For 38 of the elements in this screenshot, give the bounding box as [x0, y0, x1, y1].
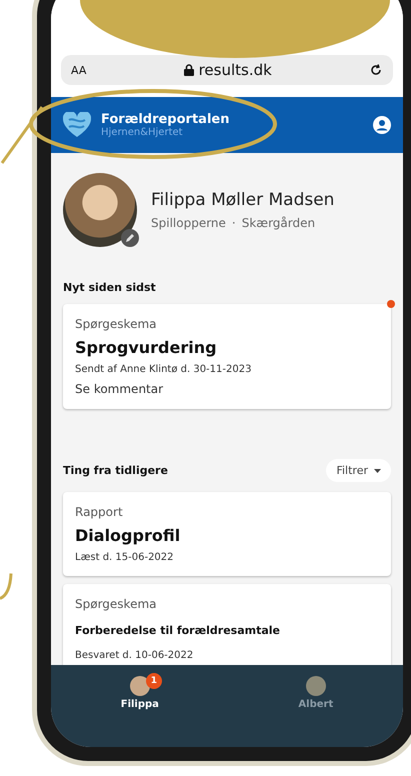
address-bar[interactable]: AA results.dk	[61, 55, 393, 85]
app-subtitle: Hjernen&Hjertet	[101, 127, 184, 138]
card-type: Spørgeskema	[75, 597, 158, 611]
filter-button[interactable]: Filtrer	[326, 459, 391, 482]
reload-icon[interactable]	[369, 63, 383, 77]
section-title: Nyt siden sidst	[63, 281, 156, 294]
decorative-line	[0, 105, 45, 165]
child-name: Filippa Møller Madsen	[151, 190, 334, 210]
caret-icon	[374, 468, 381, 472]
heart-logo-icon	[63, 112, 91, 138]
card-title: Dialogprofil	[75, 526, 182, 545]
place-name: Skærgården	[242, 216, 316, 230]
card-type: Spørgeskema	[75, 317, 158, 331]
card-title: Forberedelse til forældresamtale	[75, 624, 282, 637]
nav-tab[interactable]: Albert	[292, 675, 340, 715]
card-background[interactable]: Rapport Dialogprofil Læst d. 15-06-2022	[63, 492, 391, 576]
url-text: results.dk	[198, 61, 272, 79]
card-detail: Læst d. 15-06-2022	[75, 552, 175, 563]
card-detail: Besvaret d. 10-06-2022	[75, 650, 194, 661]
child-avatar	[306, 676, 326, 696]
card-title: Sprogvurdering	[75, 338, 218, 357]
edit-button[interactable]	[121, 229, 139, 247]
decorative-arc	[0, 572, 13, 600]
count-badge: 1	[146, 673, 162, 689]
separator-dot: ·	[232, 216, 236, 230]
comment-link[interactable]: Se kommentar	[75, 382, 379, 396]
app-title: Forældreportalen	[101, 112, 230, 127]
section-title: Ting fra tidligere	[63, 464, 168, 477]
text-size-button[interactable]: AA	[71, 64, 86, 76]
card-background[interactable]: Spørgeskema Forberedelse til forældresamtale Besvaret d. 10-06-2022	[63, 584, 391, 665]
pencil-icon	[125, 233, 135, 243]
lock-icon	[184, 64, 194, 76]
card-type: Rapport	[75, 505, 124, 519]
child-avatar	[130, 676, 150, 696]
group-name: Spillopperne	[151, 216, 226, 230]
card-detail: Sendt af Anne Klintø d. 30-11-2023	[75, 364, 252, 375]
account-icon[interactable]	[373, 116, 391, 134]
nav-tab[interactable]: 1 Filippa	[114, 675, 165, 715]
